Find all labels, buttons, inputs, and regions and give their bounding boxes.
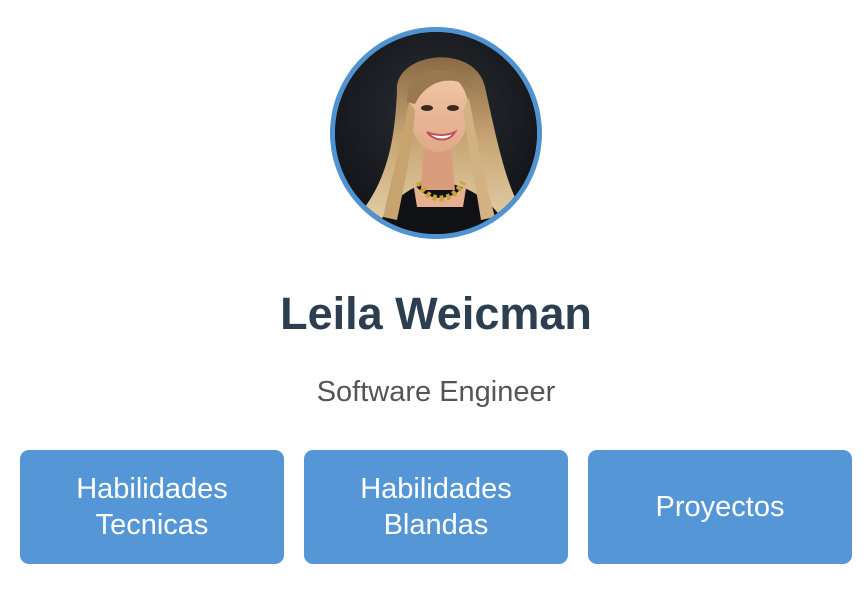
profile-page: Leila Weicman Software Engineer Habilida… — [0, 0, 864, 594]
projects-button[interactable]: Proyectos — [588, 450, 852, 564]
nav-button-row: Habilidades Tecnicas Habilidades Blandas… — [20, 450, 852, 564]
avatar-frame — [330, 27, 542, 239]
projects-button-label: Proyectos — [655, 491, 785, 523]
technical-skills-button-label: Habilidades Tecnicas — [76, 473, 228, 541]
soft-skills-button-label: Habilidades Blandas — [360, 473, 512, 541]
avatar-photo — [335, 32, 537, 234]
profile-role: Software Engineer — [316, 376, 556, 408]
soft-skills-button[interactable]: Habilidades Blandas — [304, 450, 568, 564]
technical-skills-button[interactable]: Habilidades Tecnicas — [20, 450, 284, 564]
avatar — [335, 32, 537, 234]
profile-name: Leila Weicman — [280, 288, 592, 339]
